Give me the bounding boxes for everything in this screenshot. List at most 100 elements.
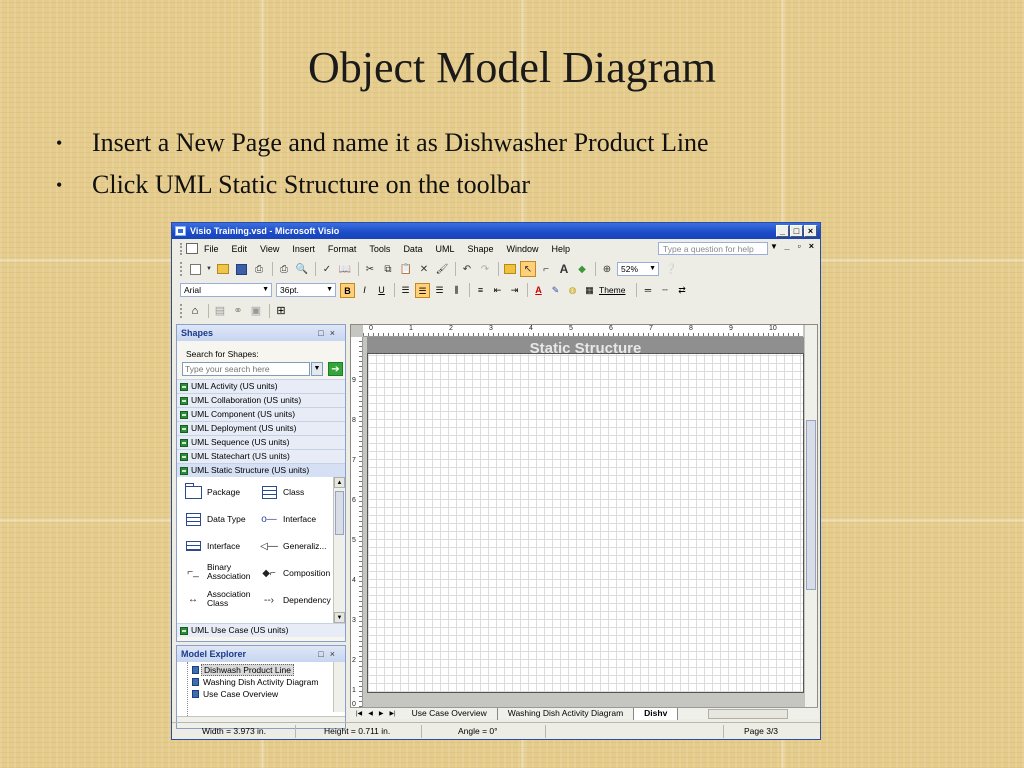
- stencil-item[interactable]: UML Collaboration (US units): [177, 393, 345, 407]
- menu-format[interactable]: Format: [328, 244, 357, 254]
- title-bar[interactable]: Visio Training.vsd - Microsoft Visio _ □…: [172, 223, 820, 239]
- doc-restore-button[interactable]: ▫: [798, 241, 801, 251]
- shapes-scrollbar[interactable]: ▲ ▼: [333, 477, 345, 623]
- menu-shape[interactable]: Shape: [467, 244, 493, 254]
- tab-nav-arrows[interactable]: |◀ ◀ ▶ ▶|: [350, 710, 402, 717]
- next-page-icon[interactable]: ▶: [379, 710, 384, 717]
- bold-button[interactable]: B: [340, 282, 355, 298]
- stencil-item-active[interactable]: UML Static Structure (US units): [177, 463, 345, 477]
- tab-washing-dish-activity[interactable]: Washing Dish Activity Diagram: [498, 707, 635, 720]
- uml-properties-icon[interactable]: ▤: [212, 304, 228, 318]
- shape-dependency[interactable]: --› Dependency: [259, 593, 331, 607]
- visio-app-icon[interactable]: [175, 226, 186, 236]
- chevron-down-icon[interactable]: ▼: [205, 261, 213, 277]
- spelling-icon[interactable]: ✓: [319, 261, 335, 277]
- pane-buttons[interactable]: □×: [318, 646, 341, 662]
- minimize-button[interactable]: _: [776, 225, 789, 237]
- menu-edit[interactable]: Edit: [232, 244, 248, 254]
- bullets-icon[interactable]: ≡: [473, 283, 488, 298]
- new-icon[interactable]: [187, 261, 203, 277]
- stamp-icon[interactable]: ◆: [574, 261, 590, 277]
- scroll-up-icon[interactable]: ▲: [334, 477, 345, 488]
- shape-package[interactable]: Package: [183, 482, 240, 499]
- theme-label[interactable]: Theme: [599, 285, 625, 295]
- shape-composition[interactable]: ◆⌐ Composition: [259, 566, 330, 580]
- open-folder-icon[interactable]: [215, 261, 231, 277]
- drawing-area[interactable]: 0 1 2 3 4 5 6 7 8 9 10 9 8 7 6 5 4 3 2 1…: [350, 324, 818, 718]
- print-icon[interactable]: ⎙: [276, 261, 292, 277]
- scroll-thumb[interactable]: [806, 420, 816, 590]
- align-right-icon[interactable]: ☰: [432, 283, 447, 298]
- delete-icon[interactable]: ✕: [416, 261, 432, 277]
- connector-tool-icon[interactable]: ⌐: [538, 261, 554, 277]
- menu-window[interactable]: Window: [507, 244, 539, 254]
- shape-interface-lollipop[interactable]: o— Interface: [259, 512, 316, 526]
- shape-class[interactable]: Class: [259, 485, 304, 499]
- uml-link-icon[interactable]: ⚭: [230, 304, 246, 318]
- stencil-item[interactable]: UML Sequence (US units): [177, 435, 345, 449]
- align-left-icon[interactable]: ☰: [398, 283, 413, 298]
- line-weight-icon[interactable]: ═: [640, 283, 655, 298]
- pointer-tool-icon[interactable]: ↖: [520, 261, 536, 277]
- fill-color-icon[interactable]: ◍: [565, 283, 580, 298]
- cut-icon[interactable]: ✂: [362, 261, 378, 277]
- line-ends-icon[interactable]: ⇄: [674, 283, 689, 298]
- toolbar-grip[interactable]: [180, 242, 183, 255]
- tab-use-case-overview[interactable]: Use Case Overview: [402, 707, 498, 720]
- scroll-down-icon[interactable]: ▼: [334, 612, 345, 623]
- prev-page-icon[interactable]: ◀: [368, 710, 373, 717]
- increase-indent-icon[interactable]: ⇥: [507, 283, 522, 298]
- maximize-button[interactable]: □: [790, 225, 803, 237]
- stencil-item[interactable]: UML Use Case (US units): [177, 623, 345, 637]
- scroll-thumb[interactable]: [335, 491, 344, 535]
- text-tool-icon[interactable]: A: [556, 261, 572, 277]
- paste-icon[interactable]: 📋: [398, 261, 414, 277]
- decrease-indent-icon[interactable]: ⇤: [490, 283, 505, 298]
- toolbar-grip[interactable]: [180, 262, 183, 276]
- stencil-item[interactable]: UML Statechart (US units): [177, 449, 345, 463]
- shape-data-type[interactable]: Data Type: [183, 512, 246, 526]
- text-direction-icon[interactable]: ⫼: [449, 283, 464, 298]
- menu-uml[interactable]: UML: [435, 244, 454, 254]
- shapes-icon[interactable]: [502, 261, 518, 277]
- toolbar-grip[interactable]: [180, 304, 183, 318]
- close-button[interactable]: ×: [804, 225, 817, 237]
- stencil-item[interactable]: UML Deployment (US units): [177, 421, 345, 435]
- uml-page-icon[interactable]: ▣: [248, 304, 264, 318]
- shape-interface[interactable]: Interface: [183, 539, 240, 553]
- stencil-item[interactable]: UML Component (US units): [177, 407, 345, 421]
- doc-close-button[interactable]: ×: [809, 241, 814, 251]
- format-painter-icon[interactable]: 🖌: [434, 261, 450, 277]
- undo-icon[interactable]: ↶: [459, 261, 475, 277]
- save-icon[interactable]: [233, 261, 249, 277]
- pan-zoom-icon[interactable]: ⊕: [599, 261, 615, 277]
- shape-generalization[interactable]: ◁— Generaliz...: [259, 539, 326, 553]
- italic-button[interactable]: I: [357, 283, 372, 298]
- permission-icon[interactable]: ⎙: [251, 261, 267, 277]
- theme-icon[interactable]: ▦: [582, 283, 597, 298]
- search-go-button[interactable]: ➔: [328, 362, 343, 376]
- doc-minimize-button[interactable]: _: [785, 241, 790, 251]
- shape-binary-association[interactable]: ⌐_ Binary Association: [183, 563, 259, 581]
- shape-search-input[interactable]: [182, 362, 310, 376]
- tree-item[interactable]: Dishwash Product Line: [177, 664, 345, 676]
- drawing-scrollbar-horizontal[interactable]: [708, 708, 789, 719]
- tree-item[interactable]: Washing Dish Activity Diagram: [177, 676, 345, 688]
- explorer-scrollbar-vertical[interactable]: [333, 662, 345, 712]
- print-preview-icon[interactable]: 🔍: [294, 261, 310, 277]
- uml-model-icon[interactable]: ⌂: [187, 304, 203, 318]
- copy-icon[interactable]: ⧉: [380, 261, 396, 277]
- last-page-icon[interactable]: ▶|: [389, 710, 395, 717]
- font-color-icon[interactable]: A: [531, 283, 546, 298]
- drawing-scrollbar-vertical[interactable]: [804, 325, 817, 707]
- line-pattern-icon[interactable]: ┄: [657, 283, 672, 298]
- shape-association-class[interactable]: ↔ Association Class: [183, 590, 259, 608]
- underline-button[interactable]: U: [374, 283, 389, 298]
- stencil-item[interactable]: UML Activity (US units): [177, 379, 345, 393]
- menu-view[interactable]: View: [260, 244, 279, 254]
- menu-data[interactable]: Data: [403, 244, 422, 254]
- drawing-page[interactable]: [367, 353, 804, 693]
- menu-help[interactable]: Help: [552, 244, 571, 254]
- chevron-down-icon[interactable]: ▼: [770, 242, 778, 251]
- research-icon[interactable]: 📖: [337, 261, 353, 277]
